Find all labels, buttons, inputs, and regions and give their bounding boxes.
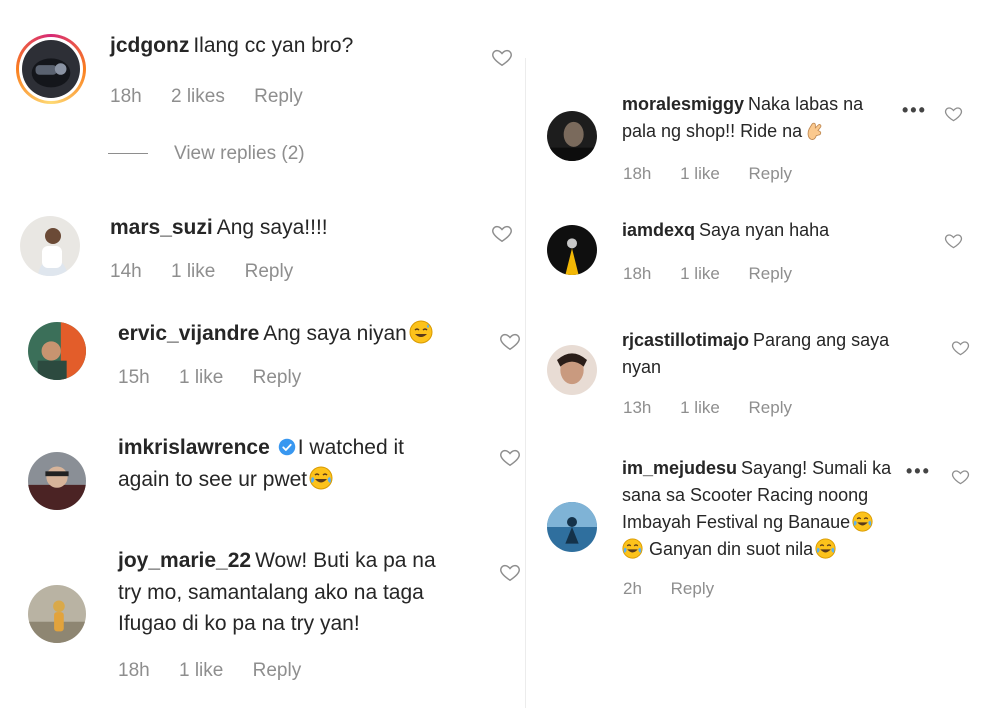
comment-likes[interactable]: 1 like — [680, 164, 720, 183]
tears-of-joy-emoji — [852, 511, 873, 532]
comment-time: 18h — [118, 660, 150, 681]
comment-body-line: I watched it — [297, 436, 404, 459]
reply-button[interactable]: Reply — [254, 86, 303, 107]
avatar[interactable] — [547, 345, 597, 395]
view-replies-button[interactable]: View replies (2) — [108, 143, 305, 165]
comment-body-line: Ang saya niyan — [263, 322, 407, 345]
reply-button[interactable]: Reply — [671, 579, 714, 598]
avatar[interactable] — [547, 502, 597, 552]
comment-body-line: try mo, samantalang ako na taga — [118, 580, 424, 604]
comment-text: imkrislawrence I watched it again to see … — [118, 432, 404, 495]
comment-username[interactable]: rjcastillotimajo — [622, 330, 749, 350]
comment-body-line: Ang saya!!!! — [216, 216, 328, 239]
comment-username[interactable]: im_mejudesu — [622, 458, 737, 478]
comment-text: ervic_vijandre Ang saya niyan — [118, 318, 433, 350]
comment-likes[interactable]: 1 like — [179, 660, 223, 681]
comment-time: 15h — [118, 367, 150, 388]
comment-username[interactable]: imkrislawrence — [118, 436, 270, 459]
view-replies-line — [108, 153, 148, 155]
comment-body-line: again to see ur pwet — [118, 467, 308, 491]
comment-username[interactable]: joy_marie_22 — [118, 549, 251, 572]
comment-likes[interactable]: 2 likes — [171, 86, 225, 107]
comment-body-line: sana sa Scooter Racing noong — [622, 485, 869, 505]
comment-text: rjcastillotimajo Parang ang saya nyan — [622, 327, 889, 381]
comment-time: 13h — [623, 398, 652, 417]
comment-body-line: Saya nyan haha — [699, 220, 830, 240]
reply-button[interactable]: Reply — [749, 264, 792, 283]
comment-meta: 13h 1 like Reply — [623, 398, 792, 418]
heart-icon[interactable] — [944, 231, 963, 250]
pinched-fingers-emoji — [804, 120, 825, 141]
avatar[interactable] — [547, 111, 597, 161]
avatar[interactable] — [28, 452, 86, 510]
comment-body-line: Ifugao di ko pa na try yan! — [118, 612, 360, 635]
reply-button[interactable]: Reply — [245, 261, 294, 282]
comment-meta: 18h 1 like Reply — [623, 164, 792, 184]
heart-icon[interactable] — [499, 446, 521, 468]
tears-of-joy-emoji — [309, 466, 333, 490]
avatar[interactable] — [20, 216, 80, 276]
comment-text: jcdgonz Ilang cc yan bro? — [110, 30, 353, 62]
comment-meta: 2h Reply — [623, 579, 714, 599]
avatar[interactable] — [22, 40, 80, 98]
tears-of-joy-emoji — [622, 538, 643, 559]
heart-icon[interactable] — [499, 330, 521, 352]
comment-body-line: Imbayah Festival ng Banaue — [622, 512, 851, 532]
reply-button[interactable]: Reply — [749, 164, 792, 183]
comment-likes[interactable]: 1 like — [179, 367, 223, 388]
comment-text: im_mejudesu Sayang! Sumali ka sana sa Sco… — [622, 455, 891, 563]
comment-meta: 18h 2 likes Reply — [110, 86, 303, 108]
heart-icon[interactable] — [951, 467, 970, 486]
comment-meta: 18h 1 like Reply — [623, 264, 792, 284]
comment-text: moralesmiggy Naka labas na pala ng shop!!… — [622, 91, 863, 145]
comment-time: 18h — [623, 264, 652, 283]
comment-time: 18h — [623, 164, 652, 183]
comment-body-line: Ganyan din suot nila — [649, 539, 814, 559]
avatar[interactable] — [547, 225, 597, 275]
comment-username[interactable]: ervic_vijandre — [118, 322, 259, 345]
more-options-icon[interactable]: ••• — [902, 100, 927, 121]
comment-body-line: Sayang! Sumali ka — [741, 458, 892, 478]
heart-icon[interactable] — [944, 104, 963, 123]
heart-icon[interactable] — [491, 222, 513, 244]
comment-meta: 14h 1 like Reply — [110, 261, 293, 283]
comment-text: iamdexq Saya nyan haha — [622, 217, 829, 244]
comment-text: mars_suzi Ang saya!!!! — [110, 212, 328, 244]
avatar[interactable] — [28, 322, 86, 380]
comment-body-line: Naka labas na — [748, 94, 864, 114]
grinning-sweat-emoji — [409, 320, 433, 344]
heart-icon[interactable] — [491, 46, 513, 68]
comment-time: 18h — [110, 86, 142, 107]
verified-badge-icon — [278, 438, 296, 456]
comment-body-line: pala ng shop!! Ride na — [622, 121, 803, 141]
comment-time: 14h — [110, 261, 142, 282]
comment-body-line: Parang ang saya — [753, 330, 890, 350]
reply-button[interactable]: Reply — [749, 398, 792, 417]
reply-button[interactable]: Reply — [253, 367, 302, 388]
view-replies-label: View replies (2) — [174, 143, 305, 164]
comment-likes[interactable]: 1 like — [680, 264, 720, 283]
comment-body-line: Wow! Buti ka pa na — [255, 549, 436, 572]
comment-username[interactable]: mars_suzi — [110, 216, 213, 239]
tears-of-joy-emoji — [815, 538, 836, 559]
comment-time: 2h — [623, 579, 642, 598]
comment-username[interactable]: jcdgonz — [110, 34, 189, 57]
avatar[interactable] — [28, 585, 86, 643]
comment-body-line: Ilang cc yan bro? — [193, 34, 354, 57]
reply-button[interactable]: Reply — [253, 660, 302, 681]
more-options-icon[interactable]: ••• — [902, 461, 931, 482]
comment-likes[interactable]: 1 like — [171, 261, 215, 282]
heart-icon[interactable] — [499, 561, 521, 583]
comment-body-line: nyan — [622, 357, 662, 377]
comment-username[interactable]: iamdexq — [622, 220, 695, 240]
comment-username[interactable]: moralesmiggy — [622, 94, 744, 114]
heart-icon[interactable] — [951, 338, 970, 357]
comment-meta: 15h 1 like Reply — [118, 367, 301, 389]
comment-likes[interactable]: 1 like — [680, 398, 720, 417]
column-divider — [525, 58, 526, 708]
comment-text: joy_marie_22 Wow! Buti ka pa na try mo, s… — [118, 545, 436, 640]
comment-meta: 18h 1 like Reply — [118, 660, 301, 682]
